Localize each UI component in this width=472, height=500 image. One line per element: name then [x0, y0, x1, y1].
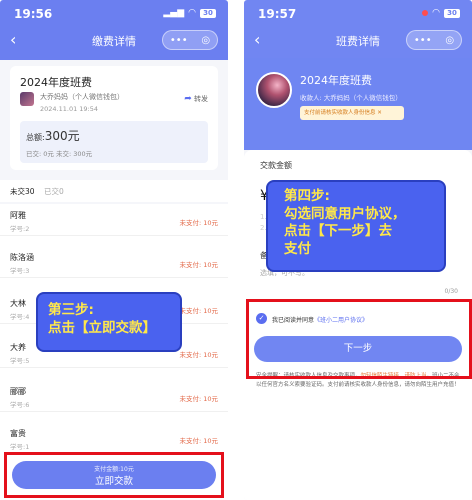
student-name: 大林: [10, 299, 26, 308]
miniapp-capsule[interactable]: ••• ◎: [162, 30, 218, 50]
step4-text-2: 点击【下一步】去: [284, 223, 392, 240]
fee-summary-card: 2024年度班费 大乔妈妈（个人微信钱包） 2024.11.01 19:54 ➦…: [10, 66, 218, 170]
header-bar: 19:56 ▂▄▆ ◠ 30 ‹ 缴费详情 ••• ◎: [0, 0, 228, 60]
recording-icon: [422, 10, 429, 16]
fee-title: 2024年度班费: [20, 76, 92, 89]
student-name: 大养: [10, 343, 26, 352]
payee-name: 收款人: 大乔妈妈（个人微信钱包）: [300, 94, 402, 102]
student-number: 学号:2: [10, 225, 30, 233]
step3-callout: 第三步: 点击【立即交款】: [36, 292, 182, 352]
share-button[interactable]: ➦ 转发: [184, 94, 208, 104]
created-date: 2024.11.01 19:54: [40, 105, 99, 113]
list-item: 郦郦 学号:6 未支付: 10元: [0, 380, 228, 412]
student-name: 郦郦: [10, 387, 26, 396]
payment-status: 未支付: 10元: [179, 395, 218, 403]
student-name: 富贵: [10, 429, 26, 438]
miniapp-capsule[interactable]: ••• ◎: [406, 30, 462, 50]
agree-text: 我已阅读并同意《班小二用户协议》: [272, 315, 368, 324]
total-box: 总额:300元 已交: 0元 未交: 300元: [20, 121, 208, 163]
user-agreement-link[interactable]: 《班小二用户协议》: [314, 317, 368, 324]
student-number: 学号:3: [10, 267, 30, 275]
payee-card: 2024年度班费 收款人: 大乔妈妈（个人微信钱包） 支付前请核实收款人身份信息…: [244, 58, 472, 150]
next-step-button[interactable]: 下一步: [254, 336, 462, 362]
total-label: 总额:: [26, 133, 45, 142]
avatar: [256, 72, 292, 108]
payment-status: 未支付: 10元: [179, 219, 218, 227]
phone-left-payment-details: 19:56 ▂▄▆ ◠ 30 ‹ 缴费详情 ••• ◎ 2024年度班费 大乔妈…: [0, 0, 228, 500]
step4-text-1: 勾选同意用户协议，: [284, 205, 406, 222]
payment-status: 未支付: 10元: [179, 307, 218, 315]
wifi-icon: ◠: [188, 8, 196, 18]
share-label: 转发: [194, 95, 208, 103]
status-time: 19:56: [14, 7, 53, 21]
amount-label: 交款金额: [260, 161, 292, 170]
payment-status: 未支付: 10元: [179, 351, 218, 359]
more-icon[interactable]: •••: [170, 35, 188, 46]
list-item: 富贵 学号:1 未支付: 10元: [0, 422, 228, 454]
payee-name: 大乔妈妈（个人微信钱包）: [40, 93, 124, 101]
list-item: 陈洛涵 学号:3 未支付: 10元: [0, 246, 228, 278]
student-number: 学号:4: [10, 313, 30, 321]
status-tabs: 未交30 已交0: [0, 180, 228, 202]
tab-paid[interactable]: 已交0: [44, 186, 64, 197]
agree-label: 我已阅读并同意: [272, 317, 315, 324]
safety-notice: 安全提醒：请核实收款人信息及交款事项，勿轻信陌生链接、谨防上当，班小二不会以任何…: [256, 372, 460, 391]
agree-checkbox[interactable]: ✓: [256, 313, 267, 324]
pay-now-label: 立即交款: [94, 476, 133, 487]
char-counter: 0/30: [444, 288, 458, 295]
student-name: 阿雅: [10, 211, 26, 220]
header-bar: 19:57 ◠ 30 ‹ 班费详情 ••• ◎: [244, 0, 472, 60]
agreement-section: ✓ 我已阅读并同意《班小二用户协议》 下一步 安全提醒：请核实收款人信息及交款事…: [244, 300, 472, 500]
paid-summary: 已交: 0元 未交: 300元: [26, 150, 93, 158]
total-line: 总额:300元: [26, 127, 80, 144]
step3-text: 点击【立即交款】: [48, 319, 156, 336]
student-number: 学号:6: [10, 401, 30, 409]
wifi-icon: ◠: [432, 8, 440, 18]
bottom-bar: 支付金额:10元 立即交款: [0, 452, 228, 500]
student-name: 陈洛涵: [10, 253, 34, 262]
step3-title: 第三步:: [48, 302, 94, 318]
step4-callout: 第四步: 勾选同意用户协议， 点击【下一步】去 支付: [266, 180, 446, 272]
notice-lead: 安全提醒：请核实收款人信息及交款事项，: [256, 373, 361, 379]
more-icon[interactable]: •••: [414, 35, 432, 46]
close-target-icon[interactable]: ◎: [445, 35, 454, 46]
avatar: [20, 92, 34, 106]
battery-icon: 30: [444, 8, 460, 18]
payment-status: 未支付: 10元: [179, 437, 218, 445]
total-value: 300元: [44, 129, 80, 143]
verify-warning[interactable]: 支付前请核实收款人身份信息 ✕: [300, 106, 404, 120]
status-icons: ◠ 30: [422, 8, 460, 18]
fee-title: 2024年度班费: [300, 74, 372, 87]
tab-unpaid[interactable]: 未交30: [10, 186, 35, 197]
close-target-icon[interactable]: ◎: [201, 35, 210, 46]
pay-amount: 支付金额:10元: [94, 466, 134, 473]
pay-now-button[interactable]: 支付金额:10元 立即交款: [12, 461, 216, 489]
status-time: 19:57: [258, 7, 297, 21]
step4-title: 第四步:: [284, 188, 330, 204]
student-number: 学号:5: [10, 357, 30, 365]
payment-status: 未支付: 10元: [179, 261, 218, 269]
screenshot-stage: 19:56 ▂▄▆ ◠ 30 ‹ 缴费详情 ••• ◎ 2024年度班费 大乔妈…: [0, 0, 472, 500]
list-item: 阿雅 学号:2 未支付: 10元: [0, 204, 228, 236]
battery-icon: 30: [200, 8, 216, 18]
status-icons: ▂▄▆ ◠ 30: [163, 8, 216, 18]
share-icon: ➦: [184, 94, 192, 104]
notice-highlight: 勿轻信陌生链接、谨防上当: [360, 373, 427, 379]
signal-icon: ▂▄▆: [163, 8, 185, 18]
student-number: 学号:1: [10, 443, 30, 451]
step4-text-3: 支付: [284, 240, 311, 257]
